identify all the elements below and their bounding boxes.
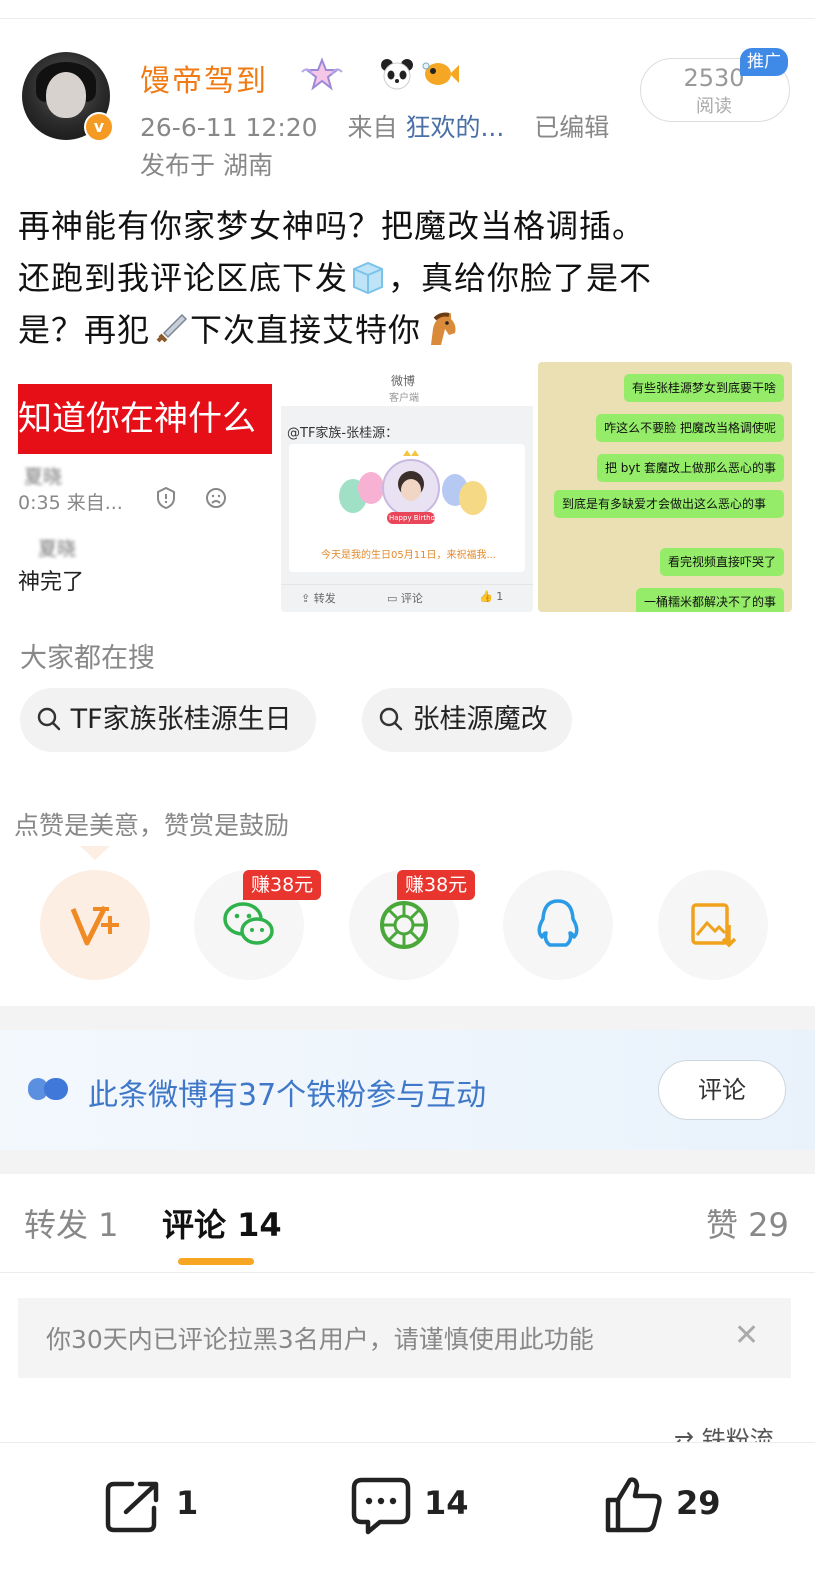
- earn-badge: 赚38元: [243, 870, 322, 900]
- block-notice-text: 你30天内已评论拉黑3名用户，请谨慎使用此功能: [46, 1325, 594, 1354]
- content-line: 是？再犯 下次直接艾特你: [18, 304, 798, 356]
- verified-badge-icon: v: [84, 112, 114, 142]
- search-section-title: 大家都在搜: [20, 643, 155, 674]
- content-line: 再神能有你家梦女神吗？把魔改当格调插。: [18, 207, 646, 245]
- reward-button[interactable]: [40, 870, 150, 980]
- comment-icon[interactable]: [350, 1476, 412, 1536]
- earn-badge: 赚38元: [397, 870, 476, 900]
- horse-icon: [431, 312, 456, 345]
- search-pill[interactable]: TF家族张桂源生日: [20, 688, 316, 752]
- username[interactable]: 馒帝驾到: [140, 56, 268, 100]
- promo-badge: 推广: [740, 48, 788, 76]
- post-time: 26-6-11 12:20: [140, 113, 318, 142]
- fish-icon: [422, 62, 459, 85]
- wechat-icon: [223, 902, 274, 945]
- post-meta: 26-6-11 12:20 来自 狂欢的... 已编辑: [140, 108, 609, 144]
- image-like: 👍 1: [479, 590, 504, 603]
- post-content: 再神能有你家梦女神吗？把魔改当格调插。 还跑到我评论区底下发 ，真给你脸了是不 …: [18, 200, 798, 356]
- moments-icon: [380, 901, 428, 949]
- image-header-sub: 客户端: [389, 393, 419, 404]
- read-label: 阅读: [696, 96, 732, 117]
- reward-v-icon: [70, 905, 119, 946]
- post-image-1[interactable]: 知道你在神什么 夏晓 0:35 来自... 夏晓 神完了: [18, 362, 276, 612]
- fans-text: 此条微博有37个铁粉参与互动: [88, 1078, 487, 1113]
- close-icon[interactable]: ✕: [734, 1318, 759, 1353]
- image-mention: @TF家族-张桂源：: [287, 426, 399, 441]
- image-banner: 知道你在神什么: [18, 384, 272, 454]
- blurred-name: 夏晓: [38, 538, 77, 560]
- qq-icon: [537, 899, 579, 947]
- image-header-title: 微博: [391, 374, 416, 388]
- comment-count[interactable]: 14: [424, 1484, 469, 1522]
- share-qq-button[interactable]: [503, 870, 613, 980]
- section-divider: [0, 1006, 815, 1030]
- image-comment: ▭ 评论: [387, 592, 423, 605]
- fans-icon: [28, 1078, 68, 1100]
- post-image-3[interactable]: 有些张桂源梦女到底要干啥 咋这么不要脸 把魔改当格调使呢 把 byt 套魔改上做…: [538, 362, 792, 612]
- search-icon: [37, 707, 61, 731]
- dagger-icon: [156, 313, 188, 343]
- ice-cube-icon: [353, 261, 384, 295]
- top-divider: [0, 18, 815, 19]
- birthday-banner: Happy Birthday: [389, 514, 444, 522]
- source-link[interactable]: 狂欢的...: [405, 113, 504, 142]
- fan-sort-toggle[interactable]: ⇄ 铁粉流: [674, 1420, 814, 1442]
- repost-icon[interactable]: [104, 1478, 164, 1534]
- chat-bubble: 看完视频直接吓哭了: [659, 548, 784, 576]
- image-repost: ⇪ 转发: [301, 592, 336, 605]
- blurred-name: 夏晓: [24, 466, 63, 488]
- chat-bubble: 有些张桂源梦女到底要干啥: [623, 374, 784, 402]
- from-label: 来自: [347, 113, 398, 142]
- panda-icon: [381, 59, 413, 90]
- chat-bubble: 一桶糯米都解决不了的事: [635, 588, 784, 612]
- star-medal-icon[interactable]: [300, 56, 344, 94]
- hint-arrow-icon: [80, 846, 110, 860]
- image-time: 0:35 来自...: [18, 492, 123, 514]
- image-reply-text: 神完了: [18, 570, 85, 595]
- save-image-icon: [691, 903, 737, 948]
- edited-label[interactable]: 已编辑: [534, 113, 609, 142]
- post-location: 发布于 湖南: [140, 151, 273, 180]
- tab-divider: [0, 1272, 815, 1273]
- repost-count[interactable]: 1: [176, 1484, 198, 1522]
- search-pill[interactable]: 张桂源魔改: [362, 688, 572, 752]
- search-icon: [379, 707, 403, 731]
- save-image-button[interactable]: [658, 870, 768, 980]
- reward-hint: 点赞是美意，赞赏是鼓励: [14, 811, 290, 840]
- fans-comment-button[interactable]: 评论: [658, 1060, 786, 1120]
- like-icon[interactable]: [604, 1474, 664, 1534]
- chat-bubble: 咋这么不要脸 把魔改当格调使呢: [596, 414, 784, 442]
- image-caption: 今天是我的生日05月11日，来祝福我...: [321, 550, 496, 561]
- tab-comment[interactable]: 评论 14: [162, 1200, 282, 1246]
- chat-bubble: 把 byt 套魔改上做那么恶心的事: [596, 454, 784, 482]
- content-line: 还跑到我评论区底下发 ，真给你脸了是不: [18, 259, 653, 297]
- shield-icon: [157, 486, 175, 510]
- like-count[interactable]: 29: [676, 1484, 721, 1522]
- section-divider: [0, 1150, 815, 1174]
- chat-bubble: 到底是有多缺爱才会做出这么恶心的事: [554, 490, 784, 518]
- sad-face-icon: [206, 488, 226, 508]
- tab-like[interactable]: 赞 29: [706, 1200, 789, 1246]
- tab-repost[interactable]: 转发 1: [24, 1200, 119, 1246]
- active-tab-indicator: [178, 1258, 254, 1265]
- post-image-2[interactable]: 微博 客户端 @TF家族-张桂源： Happy Birthday 今天是我的生日…: [281, 362, 533, 612]
- birthday-balloons-icon: [339, 450, 487, 524]
